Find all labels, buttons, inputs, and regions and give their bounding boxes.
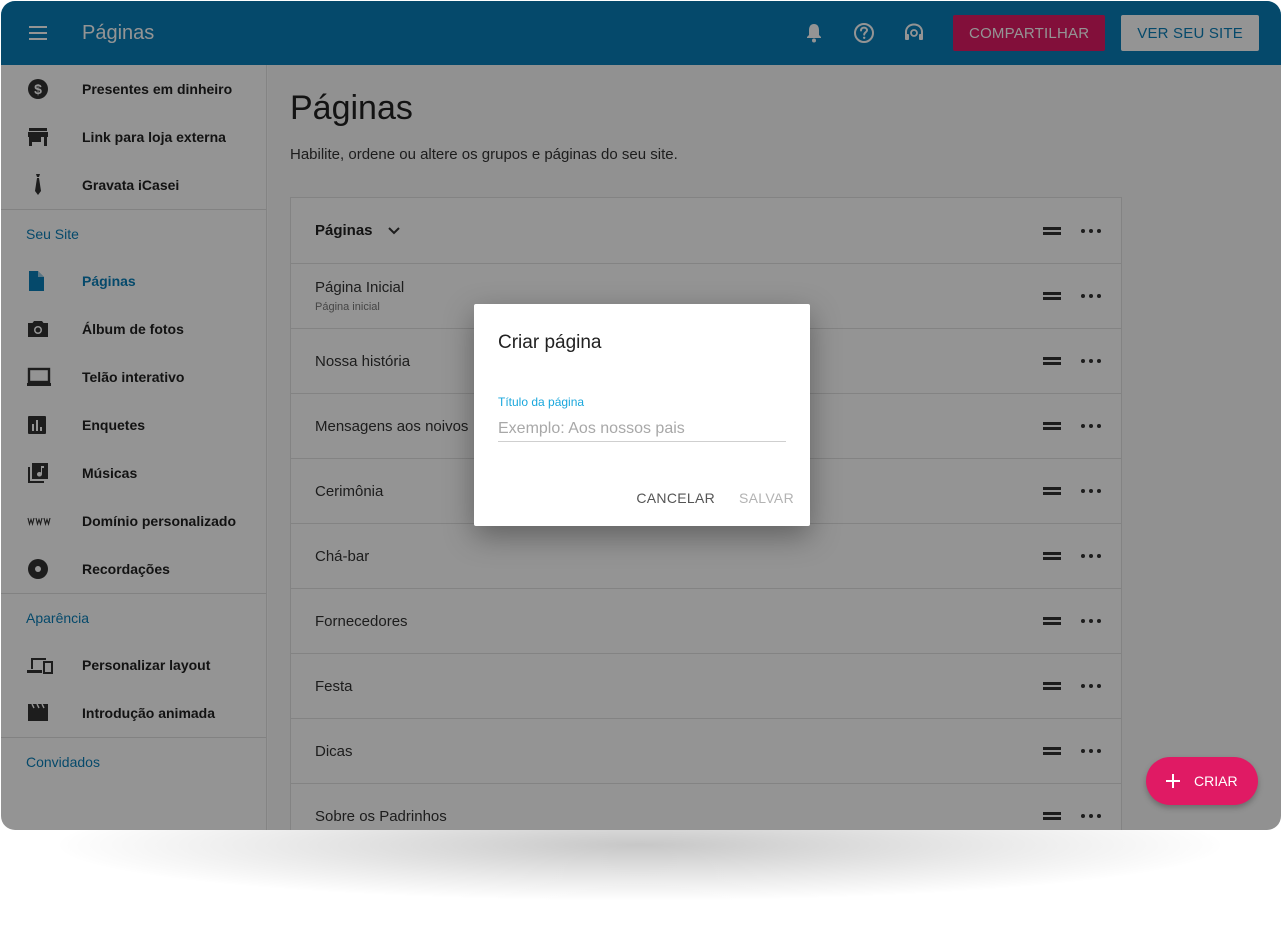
dialog-actions: CANCELAR SALVAR bbox=[636, 490, 794, 506]
create-page-fab[interactable]: CRIAR bbox=[1146, 757, 1258, 805]
create-page-dialog: Criar página Título da página CANCELAR S… bbox=[474, 304, 810, 526]
save-button[interactable]: SALVAR bbox=[739, 490, 794, 506]
fab-label: CRIAR bbox=[1194, 773, 1238, 789]
app-window: Páginas COMPARTILHAR VER SEU SITE $ Pres… bbox=[1, 1, 1281, 830]
page-title-input[interactable] bbox=[498, 416, 786, 442]
cancel-button[interactable]: CANCELAR bbox=[636, 490, 715, 506]
page-title-label: Título da página bbox=[498, 395, 585, 409]
plus-icon bbox=[1166, 774, 1180, 788]
dialog-title: Criar página bbox=[498, 332, 602, 353]
